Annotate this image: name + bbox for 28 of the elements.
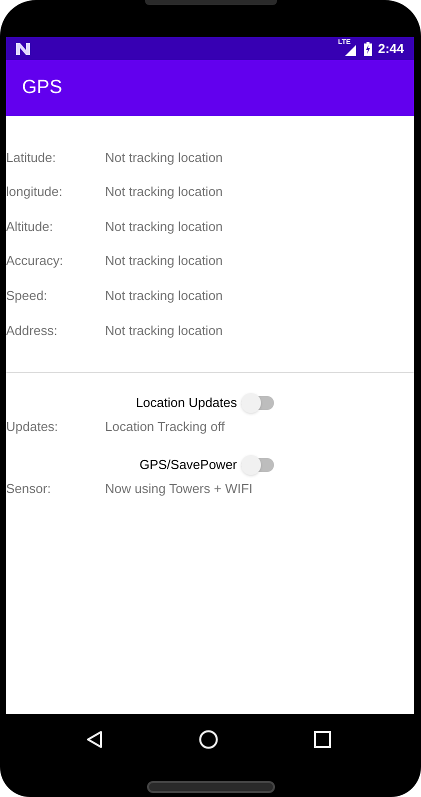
- field-label: Latitude:: [6, 148, 57, 167]
- field-label: longitude:: [6, 183, 64, 202]
- field-label: Accuracy:: [6, 252, 64, 270]
- field-value: Now using Towers + WIFI: [105, 480, 253, 498]
- field-value: Not tracking location: [105, 218, 223, 236]
- toggle-switch[interactable]: [241, 396, 274, 410]
- home-icon: [199, 730, 218, 748]
- toggle-switch[interactable]: [241, 458, 274, 472]
- clock: 2:44: [378, 40, 404, 58]
- field-label: Speed:: [6, 286, 48, 305]
- field-label: Altitude:: [6, 218, 54, 236]
- field-value: Not tracking location: [105, 148, 223, 167]
- field-value: Not tracking location: [105, 183, 223, 202]
- app-title: GPS: [22, 76, 62, 100]
- field-value: Not tracking location: [105, 322, 223, 340]
- field-label: Sensor:: [6, 480, 52, 498]
- notification-icon: [16, 42, 30, 54]
- signal-icon: [344, 44, 356, 56]
- switch-label: GPS/SavePower: [138, 456, 237, 474]
- switch-label: Location Updates: [134, 394, 237, 412]
- field-value: Location Tracking off: [105, 418, 225, 436]
- field-label: Updates:: [6, 418, 60, 436]
- battery-icon: [364, 42, 372, 56]
- field-value: Not tracking location: [105, 252, 223, 270]
- field-label: Address:: [6, 322, 58, 340]
- back-icon: [86, 730, 103, 748]
- field-value: Not tracking location: [105, 286, 223, 305]
- recents-icon: [314, 730, 331, 748]
